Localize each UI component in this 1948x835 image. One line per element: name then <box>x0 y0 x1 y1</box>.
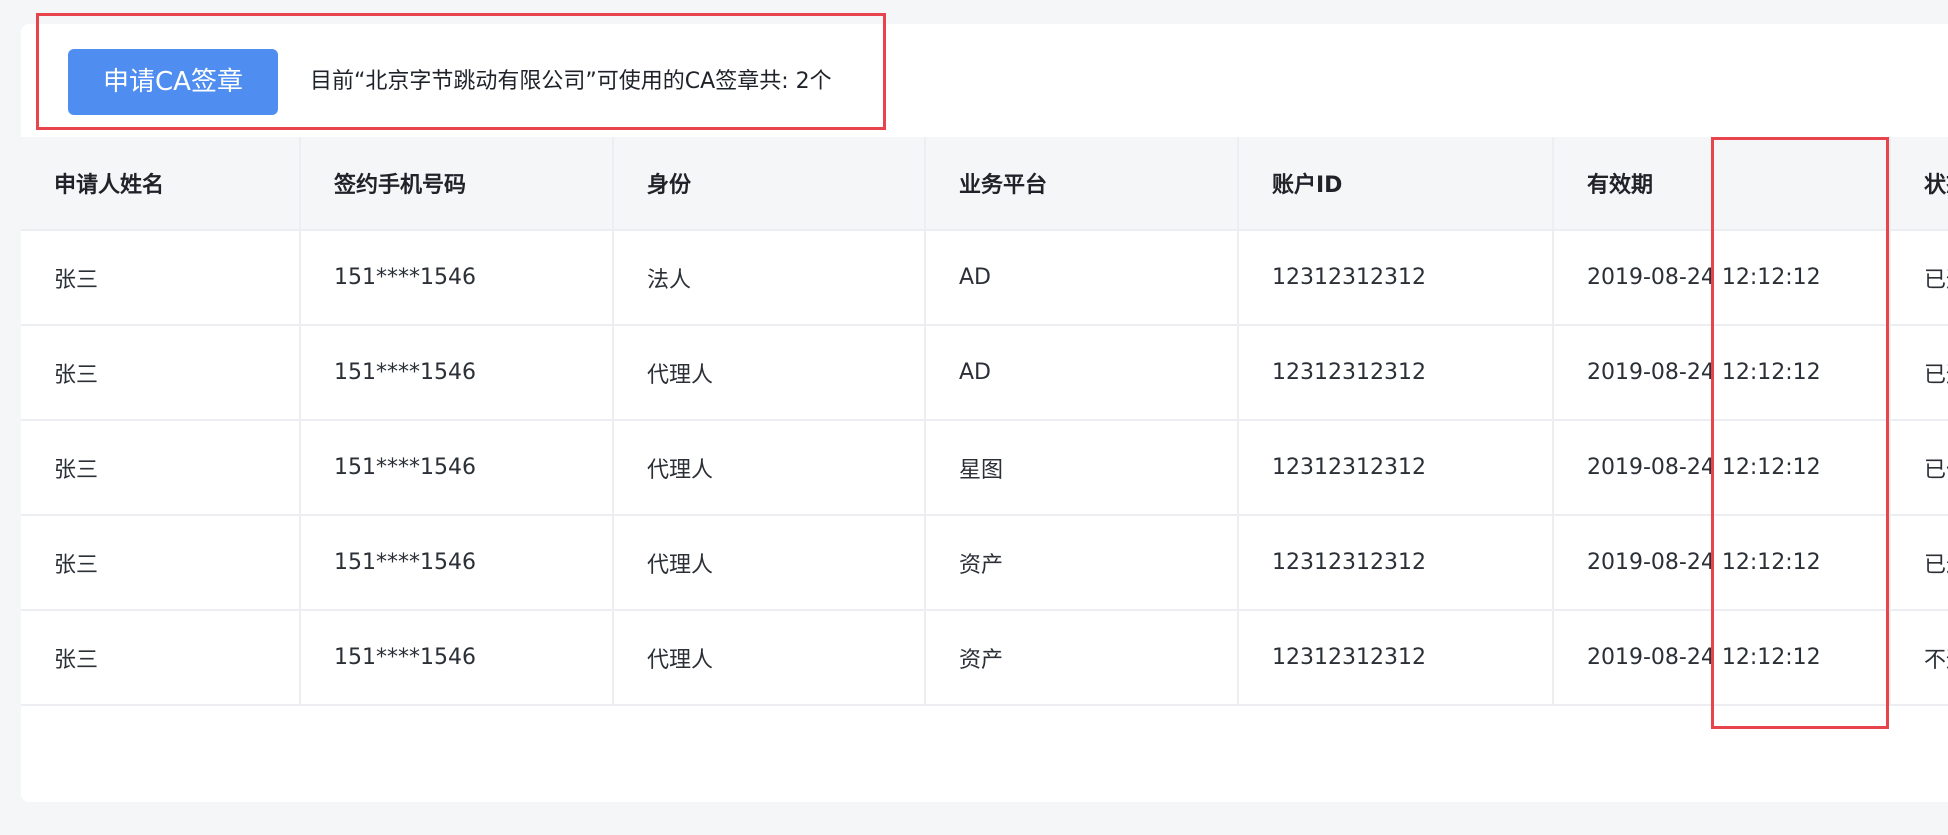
cell-identity: 代理人 <box>613 515 926 611</box>
cell-identity: 代理人 <box>613 420 926 516</box>
column-header-applicant-name: 申请人姓名 <box>21 137 301 231</box>
cell-account-id: 12312312312 <box>1238 420 1554 516</box>
cell-status: 已通过 <box>1890 325 1948 421</box>
cell-phone: 151****1546 <box>300 420 614 516</box>
cell-platform: 资产 <box>925 610 1239 706</box>
cell-status: 已过期 <box>1890 515 1948 611</box>
cell-account-id: 12312312312 <box>1238 515 1554 611</box>
cell-applicant-name: 张三 <box>21 515 301 611</box>
column-header-status: 状态 <box>1890 137 1948 231</box>
cell-validity: 2019-08-24 12:12:12 <box>1553 515 1891 611</box>
column-header-account-id: 账户ID <box>1238 137 1554 231</box>
cell-status: 已作废 <box>1890 420 1948 516</box>
cell-phone: 151****1546 <box>300 230 614 326</box>
cell-platform: 星图 <box>925 420 1239 516</box>
cell-identity: 代理人 <box>613 325 926 421</box>
cell-status: 不通过 <box>1890 610 1948 706</box>
table-row: 张三 151****1546 代理人 资产 12312312312 2019-0… <box>21 515 1948 611</box>
cell-phone: 151****1546 <box>300 515 614 611</box>
ca-signature-panel: 申请CA签章 目前“北京字节跳动有限公司”可使用的CA签章共: 2个 申请人姓名… <box>21 24 1948 802</box>
column-header-phone: 签约手机号码 <box>300 137 614 231</box>
cell-account-id: 12312312312 <box>1238 230 1554 326</box>
cell-phone: 151****1546 <box>300 610 614 706</box>
cell-platform: AD <box>925 325 1239 421</box>
cell-identity: 代理人 <box>613 610 926 706</box>
cell-status: 已通过 <box>1890 230 1948 326</box>
cell-account-id: 12312312312 <box>1238 610 1554 706</box>
cell-applicant-name: 张三 <box>21 420 301 516</box>
column-header-platform: 业务平台 <box>925 137 1239 231</box>
cell-phone: 151****1546 <box>300 325 614 421</box>
table-row: 张三 151****1546 代理人 AD 12312312312 2019-0… <box>21 325 1948 421</box>
cell-applicant-name: 张三 <box>21 325 301 421</box>
table-header-row: 申请人姓名 签约手机号码 身份 业务平台 账户ID 有效期 状态 <box>21 137 1948 231</box>
cell-platform: 资产 <box>925 515 1239 611</box>
toolbar: 申请CA签章 目前“北京字节跳动有限公司”可使用的CA签章共: 2个 <box>21 24 1948 137</box>
cell-validity: 2019-08-24 12:12:12 <box>1553 325 1891 421</box>
table-row: 张三 151****1546 代理人 星图 12312312312 2019-0… <box>21 420 1948 516</box>
cell-validity: 2019-08-24 12:12:12 <box>1553 230 1891 326</box>
cell-platform: AD <box>925 230 1239 326</box>
cell-identity: 法人 <box>613 230 926 326</box>
cell-validity: 2019-08-24 12:12:12 <box>1553 420 1891 516</box>
ca-signature-table: 申请人姓名 签约手机号码 身份 业务平台 账户ID 有效期 状态 张三 151*… <box>21 137 1948 706</box>
table-row: 张三 151****1546 代理人 资产 12312312312 2019-0… <box>21 610 1948 706</box>
column-header-validity: 有效期 <box>1553 137 1891 231</box>
cell-applicant-name: 张三 <box>21 610 301 706</box>
cell-validity: 2019-08-24 12:12:12 <box>1553 610 1891 706</box>
table-row: 张三 151****1546 法人 AD 12312312312 2019-08… <box>21 230 1948 326</box>
cell-account-id: 12312312312 <box>1238 325 1554 421</box>
column-header-identity: 身份 <box>613 137 926 231</box>
apply-ca-signature-button[interactable]: 申请CA签章 <box>68 49 278 115</box>
ca-signature-count-text: 目前“北京字节跳动有限公司”可使用的CA签章共: 2个 <box>310 69 832 94</box>
cell-applicant-name: 张三 <box>21 230 301 326</box>
